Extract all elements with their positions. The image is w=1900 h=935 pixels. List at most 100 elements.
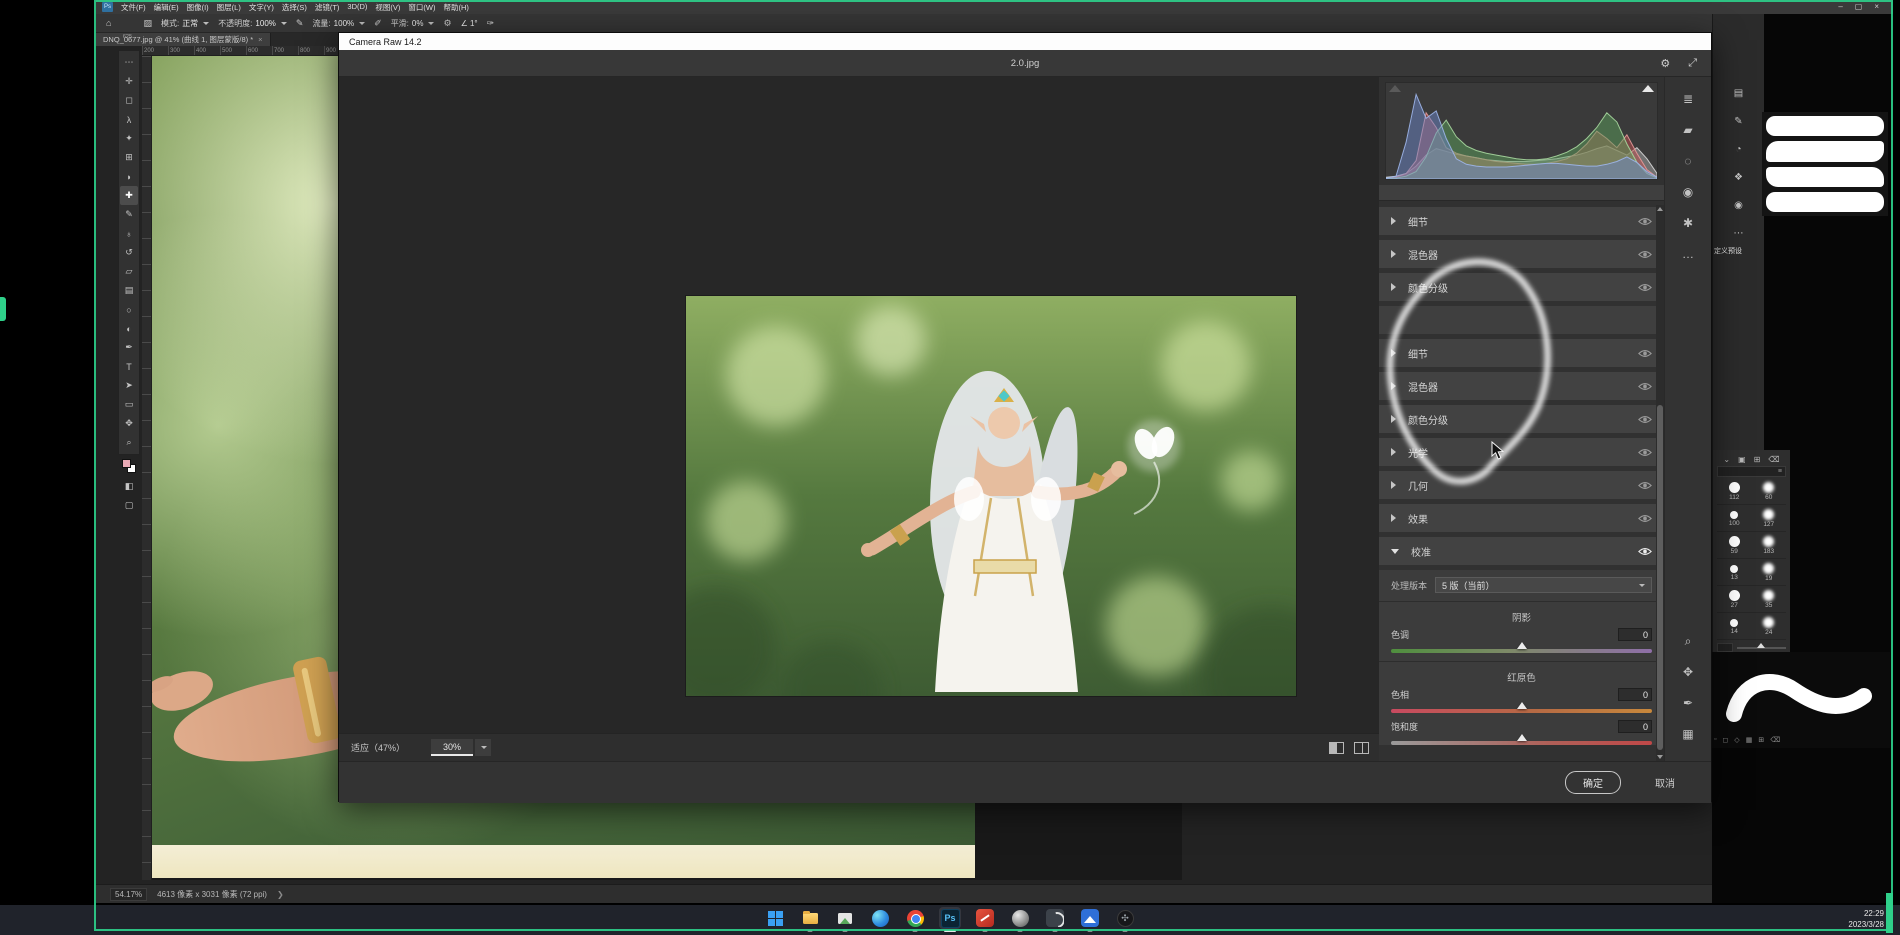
menu-item[interactable]: 图像(I) [187,2,209,13]
brush-stroke-thumbnail[interactable] [1766,167,1884,187]
file-explorer-icon[interactable] [799,907,821,929]
tool-button[interactable]: ✛ [120,72,138,91]
brush-stroke-thumbnail[interactable] [1766,116,1884,136]
airbrush-icon[interactable]: ✐ [374,18,382,29]
adjustment-section-row[interactable]: 几何 [1379,471,1664,499]
menu-item[interactable]: 视图(V) [375,2,400,13]
smoothing-control[interactable]: 平滑: 0% [391,18,435,29]
panel-icon[interactable]: ▤ [1734,88,1743,99]
adjustment-section-row[interactable]: 混色器 [1379,240,1664,268]
section-calibration[interactable]: 校准 [1379,537,1664,565]
fit-zoom-label[interactable]: 适应（47%） [351,741,405,754]
tool-button[interactable]: λ [120,110,138,129]
camera-raw-titlebar[interactable]: Camera Raw 14.2 [339,33,1711,50]
chevron-down-icon[interactable] [475,739,491,756]
tint-value-field[interactable]: 0 [1618,628,1652,641]
adjustment-section-row[interactable]: 效果 [1379,504,1664,532]
panel-footer-icon[interactable]: ⊞ [1758,736,1764,744]
adjustment-section-row[interactable]: 细节 [1379,339,1664,367]
panel-icon[interactable]: ❖ [1734,172,1743,183]
foreground-color-swatch[interactable] [122,459,131,468]
brush-preset[interactable]: 59 [1717,533,1752,559]
visibility-eye-icon[interactable] [1638,250,1652,259]
slider-track[interactable] [1391,649,1652,653]
app-icon-red[interactable] [974,907,996,929]
app-icon-blue[interactable] [1079,907,1101,929]
quick-mask-button[interactable]: ◧ [120,477,138,496]
panel-footer-icon[interactable]: ◻ [1722,736,1728,744]
tool-button[interactable]: ♁ [120,224,138,243]
tab-close-icon[interactable]: × [258,35,262,44]
visibility-eye-icon[interactable] [1638,217,1652,226]
panel-icon[interactable]: ◉ [1734,200,1743,211]
slider-track[interactable] [1391,709,1652,713]
panel-footer-icon[interactable]: ◇ [1734,736,1739,744]
camera-raw-tool-icon[interactable]: ✒ [1674,691,1702,715]
tool-button[interactable]: ⋯ [120,53,138,72]
highlight-clipping-icon[interactable] [1642,85,1654,92]
scroll-up-icon[interactable] [1657,207,1663,211]
split-view-icon[interactable] [1354,742,1369,754]
before-after-view-icon[interactable] [1329,742,1344,754]
menu-item[interactable]: 选择(S) [282,2,307,13]
camera-raw-preview[interactable]: 适应（47%） 30% [339,77,1381,761]
size-value-box[interactable] [1717,643,1733,652]
brush-preset[interactable]: 112 [1717,479,1752,505]
visibility-eye-icon[interactable] [1638,481,1652,490]
photoshop-taskbar-icon[interactable]: Ps [939,907,961,929]
scroll-down-icon[interactable] [1657,755,1663,759]
recording-widget[interactable] [0,297,6,321]
brushes-header-icon[interactable]: ⊞ [1754,455,1761,464]
brush-preset[interactable]: 183 [1752,533,1787,559]
camera-raw-tool-icon[interactable]: ✱ [1674,211,1702,235]
tool-button[interactable]: ◐ [120,319,138,338]
toggle-brush-panel-icon[interactable]: ▨ [143,18,152,29]
tool-button[interactable]: ⊞ [120,148,138,167]
slider-thumb[interactable] [1517,642,1527,649]
tool-button[interactable]: ▤ [120,281,138,300]
visibility-eye-icon[interactable] [1638,382,1652,391]
menu-item[interactable]: 编辑(E) [154,2,179,13]
histogram[interactable] [1385,82,1658,180]
menu-item[interactable]: 滤镜(T) [315,2,340,13]
pressure-size-icon[interactable]: ✑ [487,18,495,29]
visibility-eye-icon[interactable] [1638,514,1652,523]
brush-preset[interactable]: 19 [1752,560,1787,586]
expand-icon[interactable]: ⤢ [1688,57,1697,70]
photos-icon[interactable] [834,907,856,929]
menu-item[interactable]: 3D(D) [347,2,367,13]
shadow-clipping-icon[interactable] [1389,85,1401,92]
brush-preset[interactable]: 13 [1717,560,1752,586]
taskbar-clock[interactable]: 22:29 2023/3/28 [1848,909,1884,931]
adjustment-section-row[interactable]: 光学 [1379,438,1664,466]
brush-stroke-thumbnail[interactable] [1766,141,1884,161]
hue-value-field[interactable]: 0 [1618,688,1652,701]
camera-raw-tool-icon[interactable]: ≣ [1674,87,1702,111]
visibility-eye-icon[interactable] [1638,415,1652,424]
color-swatches[interactable] [122,459,136,473]
opacity-control[interactable]: 不透明度: 100% [218,18,287,29]
tool-button[interactable]: ▱ [120,262,138,281]
zoom-level-select[interactable]: 30% [431,739,491,756]
camera-raw-tool-icon[interactable]: ◉ [1674,180,1702,204]
adjustment-section-row[interactable]: 混色器 [1379,372,1664,400]
panel-footer-icon[interactable]: ▫ [1714,736,1716,744]
menu-item[interactable]: 帮助(H) [444,2,469,13]
camera-raw-tool-icon[interactable]: ◌ [1674,149,1702,173]
minimize-button[interactable]: – [1838,0,1842,14]
saturation-value-field[interactable]: 0 [1618,720,1652,733]
brush-preset[interactable]: 60 [1752,479,1787,505]
brushes-header-icon[interactable]: ▣ [1738,455,1746,464]
brush-stroke-thumbnail[interactable] [1766,192,1884,212]
chrome-icon[interactable] [904,907,926,929]
app-icon-sphere[interactable] [1009,907,1031,929]
edge-icon[interactable] [869,907,891,929]
blend-mode-control[interactable]: 模式: 正常 [161,18,209,29]
brushes-search-input[interactable]: ≡ [1717,466,1786,477]
adjustment-section-row[interactable]: 颜色分级 [1379,405,1664,433]
app-icon-dark[interactable] [1044,907,1066,929]
pressure-opacity-icon[interactable]: ✎ [296,18,304,29]
slider-thumb[interactable] [1757,643,1765,648]
brush-size-slider[interactable] [1717,643,1786,652]
slider-thumb[interactable] [1517,734,1527,741]
